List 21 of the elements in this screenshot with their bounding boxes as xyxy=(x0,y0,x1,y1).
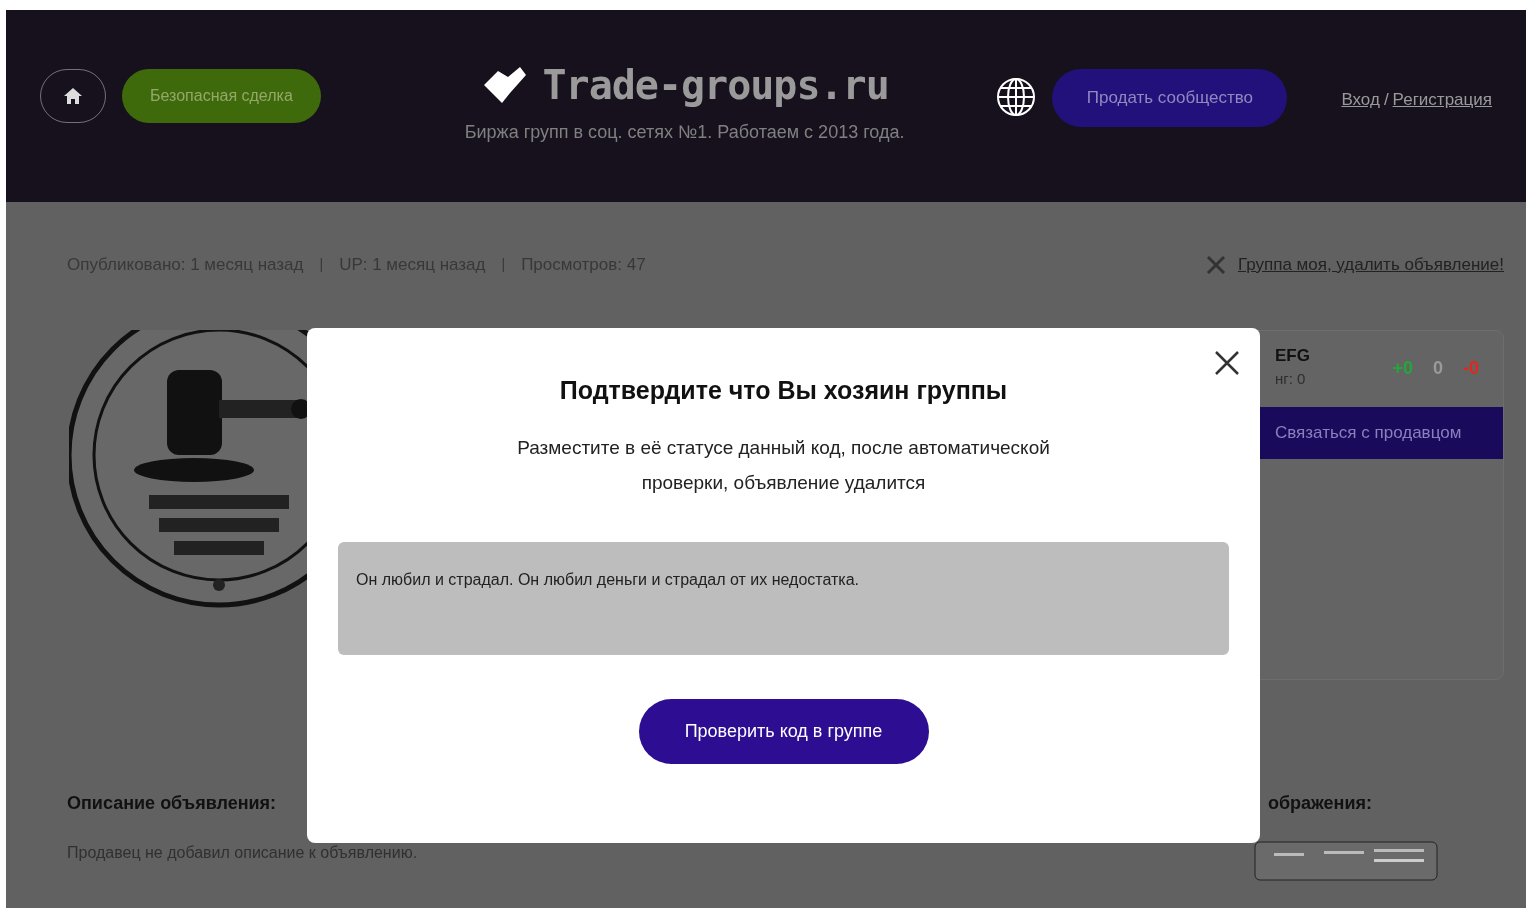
seller-name: EFG xyxy=(1275,344,1310,367)
images-heading: ображения: xyxy=(1266,791,1373,815)
globe-icon[interactable] xyxy=(996,77,1037,117)
modal-title: Подтвердите что Вы хозяин группы xyxy=(559,375,1008,406)
tagline: Биржа групп в соц. сетях №1. Работаем с 2013 года. xyxy=(464,121,905,144)
login-link[interactable]: Вход xyxy=(1341,87,1380,113)
close-icon xyxy=(1205,254,1226,275)
link-separator: / xyxy=(1382,89,1390,111)
modal-text: Разместите в её статусе данный код, после автоматической проверки, объявление удалится xyxy=(516,435,1051,495)
register-link[interactable]: Регистрация xyxy=(1392,87,1492,113)
vote-count: +0 xyxy=(1392,356,1413,380)
logo-text[interactable]: Trade-groups.ru xyxy=(542,55,889,115)
check-code-button[interactable]: Проверить код в группе xyxy=(638,698,929,764)
description-heading: Описание объявления: xyxy=(67,791,278,815)
meta-separator: | xyxy=(319,255,324,275)
home-icon xyxy=(63,87,83,105)
close-icon xyxy=(1214,350,1240,376)
meta-separator: | xyxy=(501,255,506,275)
code-box: Он любил и страдал. Он любил деньги и страдал от их недостатка. xyxy=(338,541,1229,655)
vote-count: -0 xyxy=(1463,356,1479,380)
sell-community-button[interactable]: Продать сообщество xyxy=(1052,69,1288,127)
